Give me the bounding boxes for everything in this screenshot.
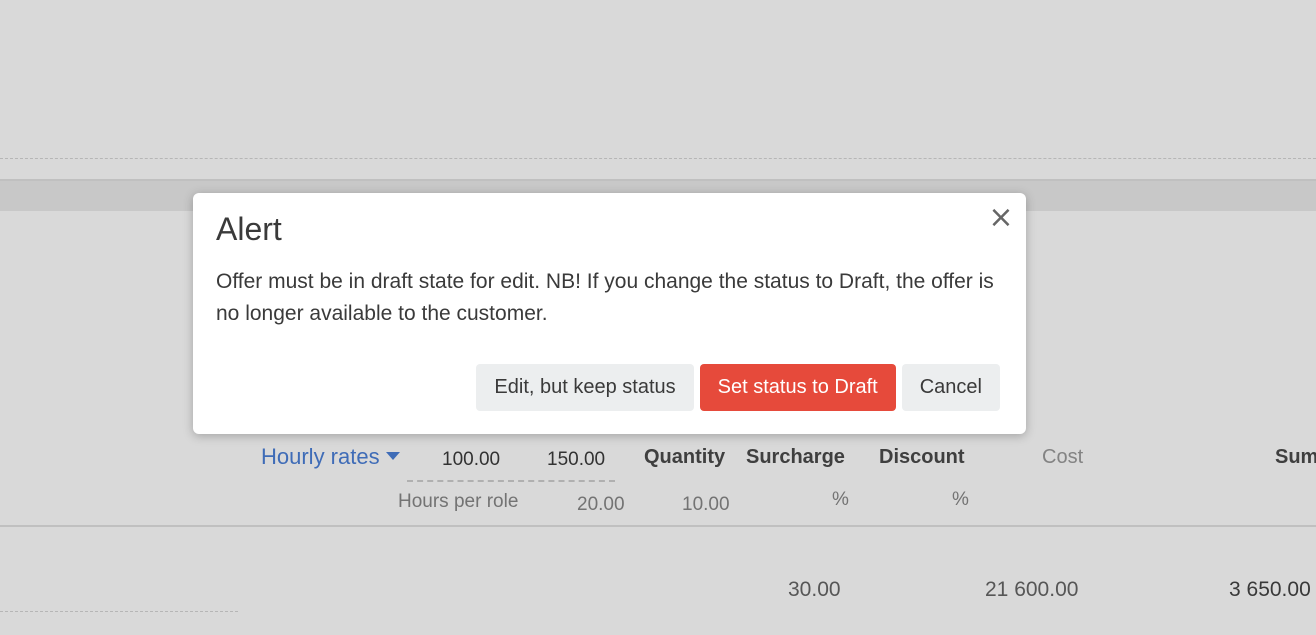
cancel-button[interactable]: Cancel <box>901 364 1000 411</box>
edit-keep-status-button[interactable]: Edit, but keep status <box>476 364 694 411</box>
dialog-title: Alert <box>216 211 282 247</box>
dialog-footer: Edit, but keep status Set status to Draf… <box>476 364 1000 411</box>
dialog-message: Offer must be in draft state for edit. N… <box>216 270 994 325</box>
close-icon[interactable]: × <box>988 200 1014 235</box>
alert-dialog: Alert × Offer must be in draft state for… <box>193 193 1026 434</box>
set-status-draft-button[interactable]: Set status to Draft <box>699 364 896 411</box>
